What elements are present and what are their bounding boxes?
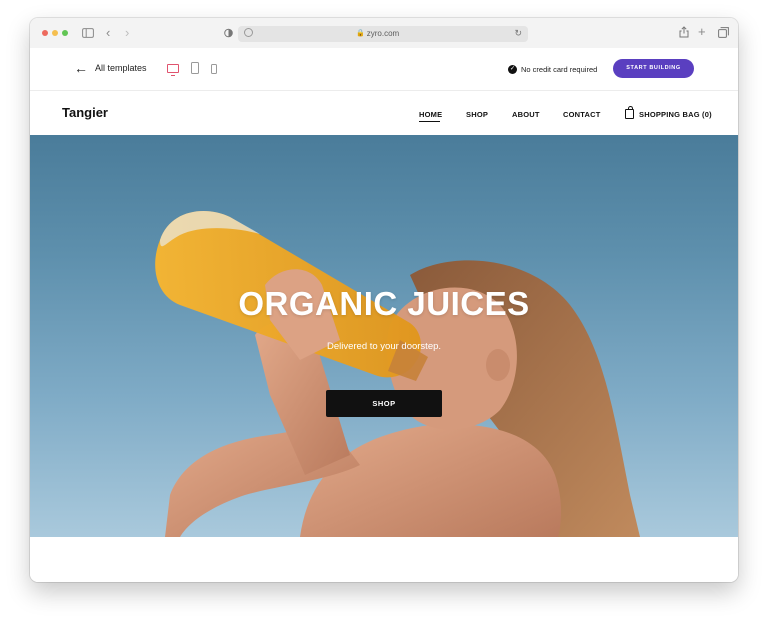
check-circle-icon: ✓ bbox=[508, 65, 517, 74]
share-icon[interactable] bbox=[679, 26, 689, 41]
nav-contact[interactable]: CONTACT bbox=[563, 110, 601, 119]
back-icon[interactable]: ‹ bbox=[106, 26, 110, 39]
forward-icon[interactable]: › bbox=[125, 26, 129, 39]
active-nav-underline bbox=[419, 121, 440, 122]
back-arrow-icon[interactable]: ← bbox=[74, 61, 88, 75]
sidebar-toggle-icon[interactable] bbox=[82, 28, 94, 41]
page-below-hero bbox=[30, 537, 738, 582]
shopping-bag-icon[interactable] bbox=[625, 106, 634, 119]
tab-overview-icon[interactable] bbox=[718, 27, 729, 41]
site-navbar: Tangier HOME SHOP ABOUT CONTACT SHOPPING… bbox=[30, 91, 738, 136]
hero-title: ORGANIC JUICES bbox=[238, 285, 530, 322]
browser-chrome: ‹ › 🔒 zyro.com ↻ + bbox=[30, 18, 738, 49]
reload-icon[interactable]: ↻ bbox=[514, 28, 522, 39]
hero-section: ORGANIC JUICES Delivered to your doorste… bbox=[30, 135, 738, 537]
new-tab-icon[interactable]: + bbox=[698, 25, 706, 38]
address-bar[interactable]: 🔒 zyro.com ↻ bbox=[238, 26, 528, 42]
nav-about[interactable]: ABOUT bbox=[512, 110, 540, 119]
tablet-preview-icon[interactable] bbox=[191, 62, 199, 74]
template-toolbar: ← All templates ✓ No credit card require… bbox=[30, 48, 738, 91]
start-building-button[interactable]: START BUILDING bbox=[613, 59, 694, 78]
close-window-button[interactable] bbox=[42, 30, 48, 36]
hero-subtitle: Delivered to your doorstep. bbox=[326, 341, 442, 352]
url-text: zyro.com bbox=[366, 29, 400, 38]
hero-shop-button[interactable]: SHOP bbox=[326, 390, 442, 417]
zoom-window-button[interactable] bbox=[62, 30, 68, 36]
minimize-window-button[interactable] bbox=[52, 30, 58, 36]
desktop-preview-icon[interactable] bbox=[167, 64, 179, 76]
privacy-shield-icon[interactable] bbox=[224, 28, 233, 41]
no-credit-card-note: No credit card required bbox=[521, 65, 598, 74]
nav-shopping-bag[interactable]: SHOPPING BAG (0) bbox=[639, 110, 712, 119]
browser-window: ‹ › 🔒 zyro.com ↻ + ← All templates ✓ No … bbox=[30, 18, 738, 582]
mobile-preview-icon[interactable] bbox=[211, 64, 217, 74]
nav-shop[interactable]: SHOP bbox=[466, 110, 488, 119]
all-templates-link[interactable]: All templates bbox=[95, 63, 147, 73]
hero-photo bbox=[155, 210, 640, 537]
site-logo[interactable]: Tangier bbox=[62, 105, 108, 120]
nav-home[interactable]: HOME bbox=[419, 110, 442, 119]
